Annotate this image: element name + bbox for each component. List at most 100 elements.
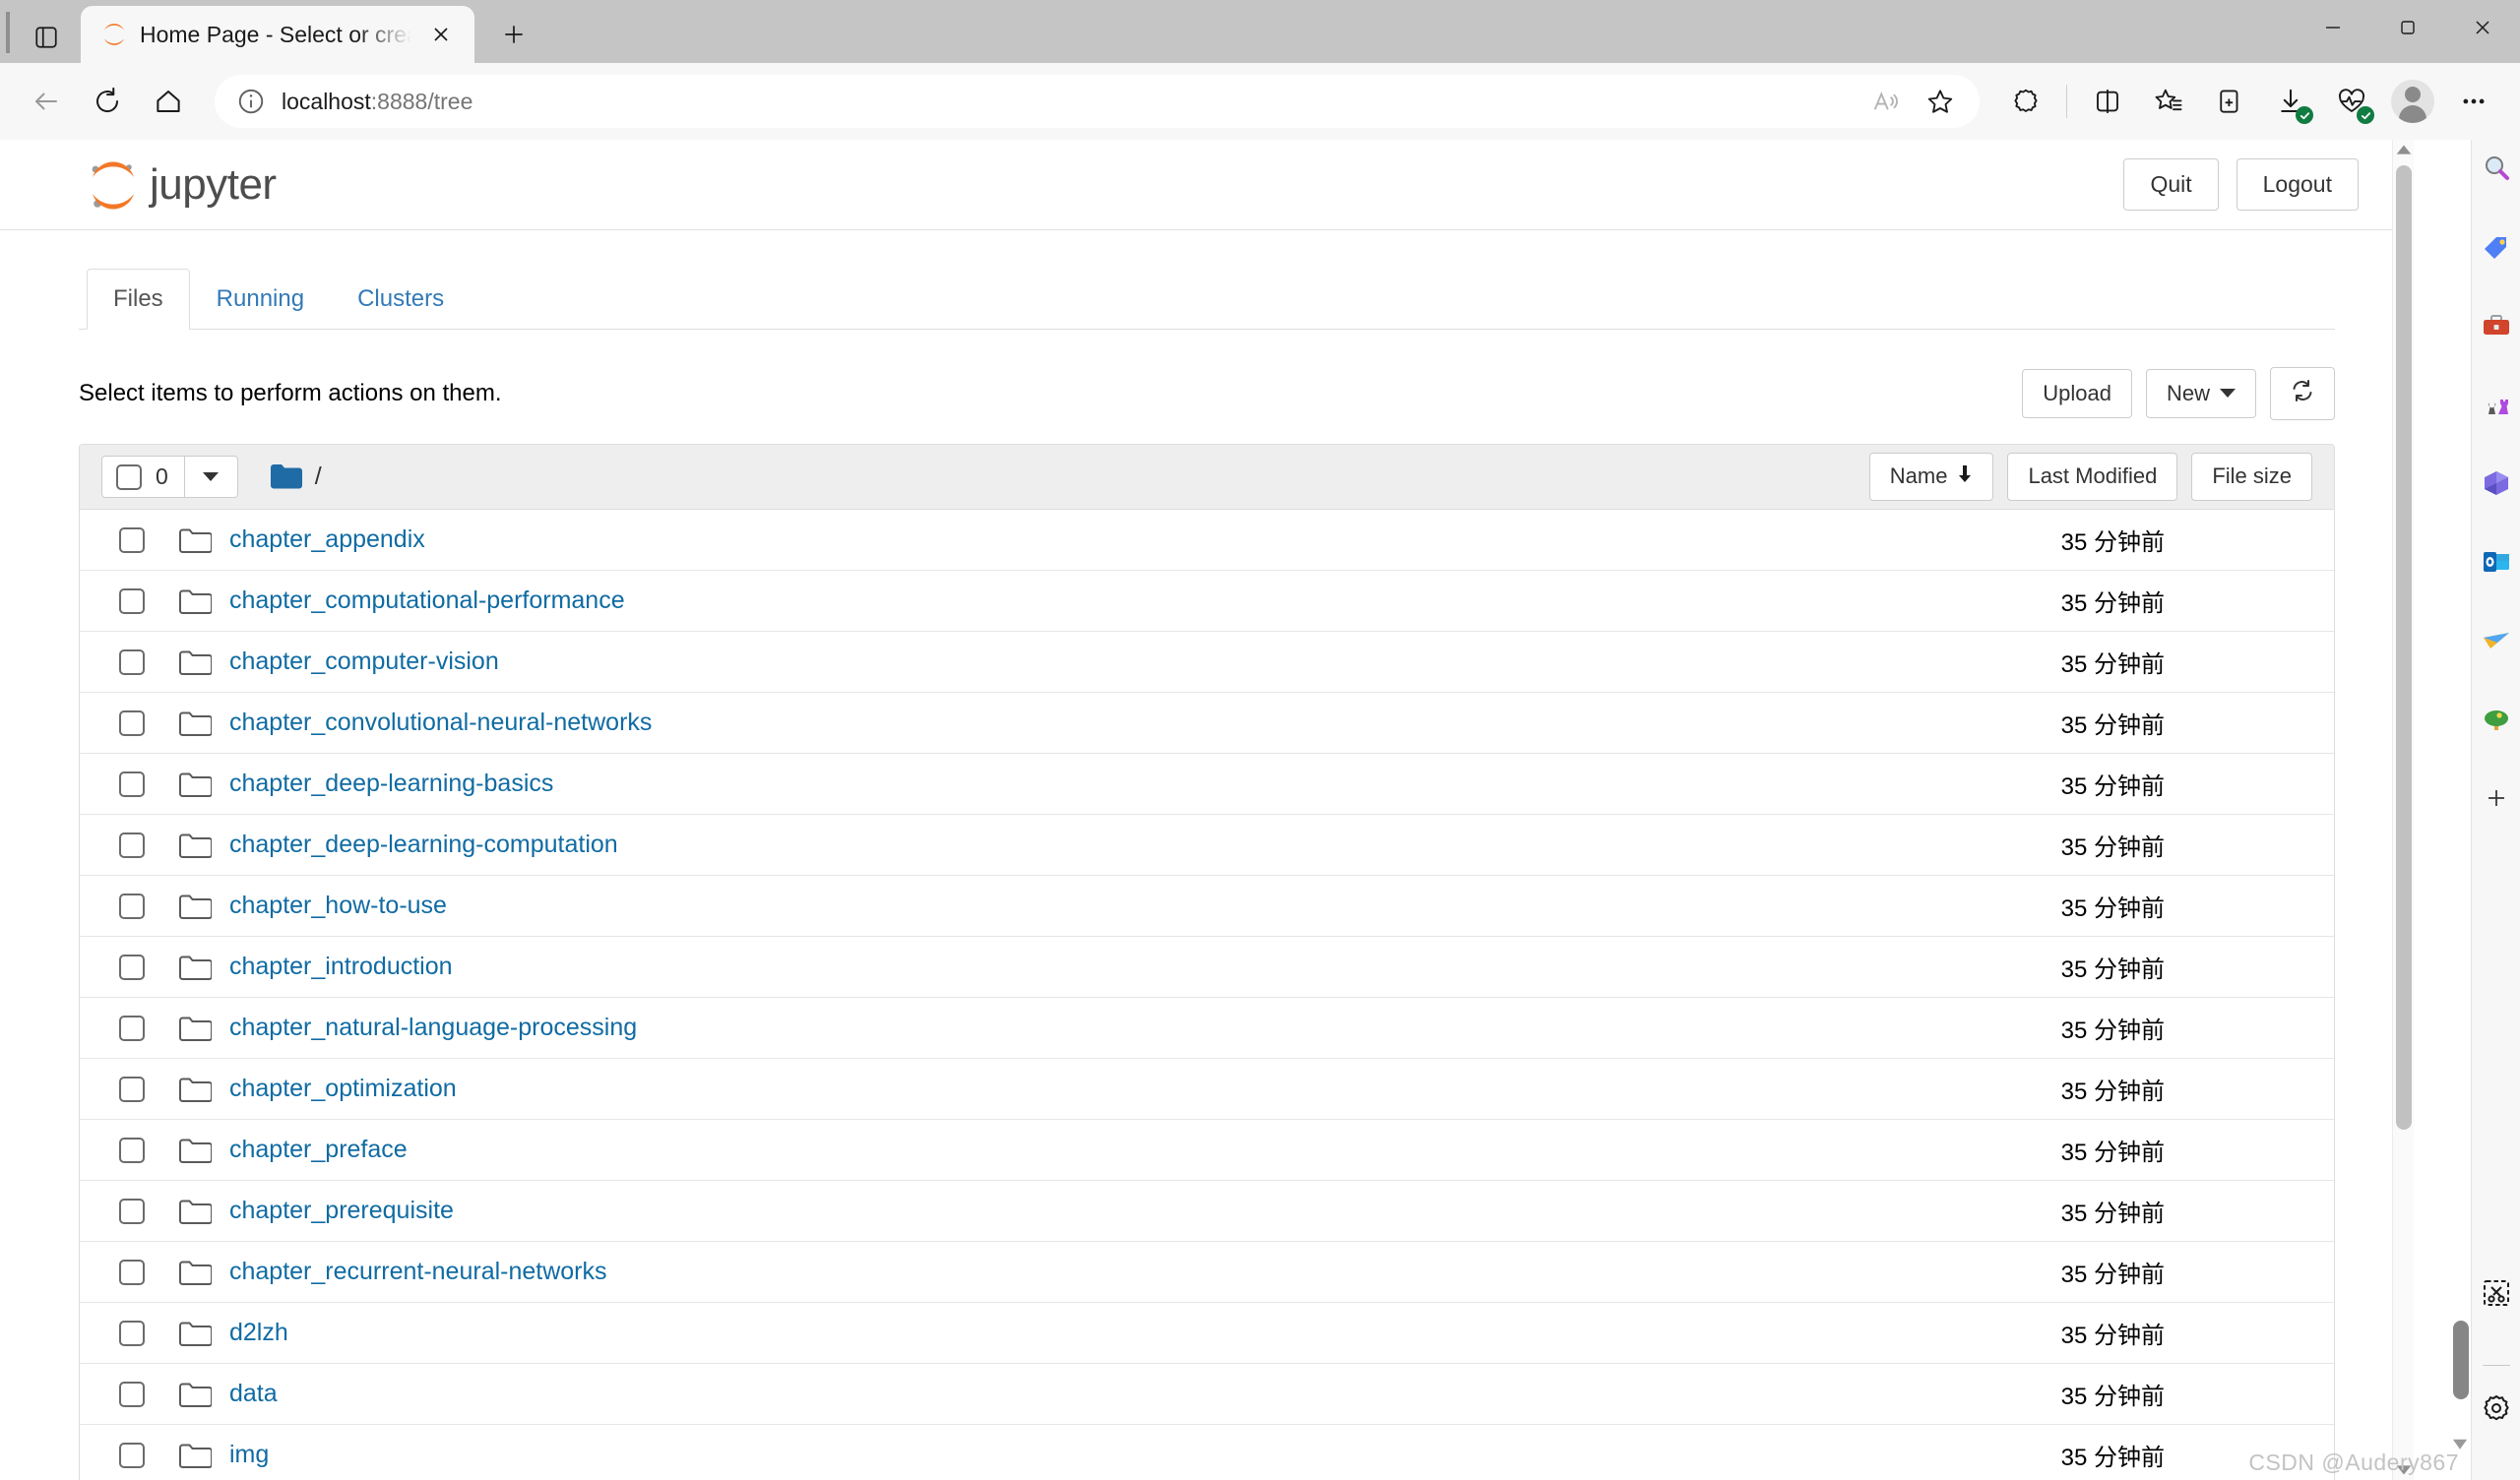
row-name-link[interactable]: chapter_deep-learning-basics — [229, 770, 553, 798]
star-icon[interactable] — [1915, 76, 1966, 127]
tab-files[interactable]: Files — [87, 269, 190, 330]
refresh-icon[interactable] — [79, 73, 136, 130]
page-scrollbar[interactable] — [2392, 140, 2414, 1480]
table-row[interactable]: d2lzh 35 分钟前 — [80, 1303, 2334, 1364]
tools-icon[interactable] — [2476, 305, 2517, 346]
quit-button[interactable]: Quit — [2123, 157, 2219, 212]
sort-by-modified-button[interactable]: Last Modified — [2007, 453, 2178, 501]
row-checkbox[interactable] — [119, 1442, 145, 1468]
row-name-link[interactable]: chapter_deep-learning-computation — [229, 831, 618, 859]
row-checkbox[interactable] — [119, 709, 145, 736]
table-row[interactable]: chapter_prerequisite 35 分钟前 — [80, 1181, 2334, 1242]
tab-manager-icon[interactable] — [16, 12, 77, 63]
address-bar[interactable]: localhost:8888/tree — [215, 75, 1980, 128]
row-checkbox[interactable] — [119, 1015, 145, 1041]
new-button[interactable]: New — [2145, 368, 2256, 419]
row-name-link[interactable]: chapter_how-to-use — [229, 892, 447, 920]
row-checkbox[interactable] — [119, 1076, 145, 1102]
table-row[interactable]: chapter_introduction 35 分钟前 — [80, 937, 2334, 998]
row-name-link[interactable]: d2lzh — [229, 1319, 288, 1347]
row-name-link[interactable]: chapter_appendix — [229, 525, 425, 554]
copilot-icon[interactable] — [1997, 73, 2054, 130]
favorites-icon[interactable] — [2140, 73, 2197, 130]
browser-essentials-icon[interactable] — [2323, 73, 2380, 130]
paper-plane-icon[interactable] — [2476, 620, 2517, 661]
split-screen-icon[interactable] — [2079, 73, 2136, 130]
row-name-link[interactable]: chapter_preface — [229, 1136, 408, 1164]
add-icon[interactable] — [2476, 777, 2517, 819]
minimize-icon[interactable] — [2296, 0, 2370, 55]
row-name-link[interactable]: chapter_computational-performance — [229, 586, 625, 615]
row-checkbox[interactable] — [119, 771, 145, 797]
read-aloud-icon[interactable] — [1859, 76, 1911, 127]
browser-scrollbar-thumb[interactable] — [2453, 1321, 2469, 1399]
table-row[interactable]: chapter_how-to-use 35 分钟前 — [80, 876, 2334, 937]
table-row[interactable]: chapter_convolutional-neural-networks 35 … — [80, 693, 2334, 754]
row-checkbox[interactable] — [119, 832, 145, 858]
jupyter-logo[interactable]: jupyter — [85, 156, 277, 214]
table-row[interactable]: chapter_recurrent-neural-networks 35 分钟前 — [80, 1242, 2334, 1303]
logout-button[interactable]: Logout — [2236, 157, 2359, 212]
refresh-list-button[interactable] — [2270, 366, 2335, 421]
row-checkbox[interactable] — [119, 1320, 145, 1346]
row-checkbox[interactable] — [119, 1381, 145, 1407]
tab-clusters[interactable]: Clusters — [331, 269, 471, 330]
row-name-link[interactable]: chapter_introduction — [229, 953, 453, 981]
search-icon[interactable] — [2476, 148, 2517, 189]
browser-scrollbar[interactable] — [2449, 140, 2471, 1480]
tree-icon[interactable] — [2476, 699, 2517, 740]
home-icon[interactable] — [140, 73, 197, 130]
row-name-link[interactable]: chapter_prerequisite — [229, 1197, 454, 1225]
table-row[interactable]: chapter_appendix 35 分钟前 — [80, 510, 2334, 571]
back-arrow-icon[interactable] — [18, 73, 75, 130]
tab-running[interactable]: Running — [190, 269, 331, 330]
profile-avatar[interactable] — [2384, 73, 2441, 130]
upload-button[interactable]: Upload — [2022, 368, 2132, 419]
row-checkbox[interactable] — [119, 1198, 145, 1224]
row-name-link[interactable]: chapter_recurrent-neural-networks — [229, 1258, 607, 1286]
row-checkbox[interactable] — [119, 954, 145, 980]
collections-icon[interactable] — [2201, 73, 2258, 130]
select-all-checkbox[interactable] — [116, 463, 142, 490]
shopping-tag-icon[interactable] — [2476, 226, 2517, 268]
games-icon[interactable] — [2476, 384, 2517, 425]
row-name-link[interactable]: img — [229, 1441, 269, 1469]
close-window-icon[interactable] — [2445, 0, 2520, 55]
row-checkbox[interactable] — [119, 1259, 145, 1285]
row-name-link[interactable]: data — [229, 1380, 278, 1408]
table-row[interactable]: chapter_computational-performance 35 分钟前 — [80, 571, 2334, 632]
new-tab-icon[interactable] — [488, 9, 539, 60]
scrollbar-thumb[interactable] — [2396, 165, 2412, 1130]
info-icon[interactable] — [234, 85, 268, 118]
row-checkbox[interactable] — [119, 587, 145, 614]
outlook-icon[interactable] — [2476, 541, 2517, 583]
row-name-link[interactable]: chapter_computer-vision — [229, 648, 499, 676]
office-icon[interactable] — [2476, 462, 2517, 504]
table-row[interactable]: chapter_deep-learning-basics 35 分钟前 — [80, 754, 2334, 815]
table-row[interactable]: chapter_optimization 35 分钟前 — [80, 1059, 2334, 1120]
select-menu-button[interactable] — [184, 456, 238, 498]
row-name-link[interactable]: chapter_natural-language-processing — [229, 1014, 637, 1042]
row-checkbox[interactable] — [119, 1137, 145, 1163]
row-checkbox[interactable] — [119, 648, 145, 675]
sort-by-name-button[interactable]: Name — [1868, 453, 1994, 501]
table-row[interactable]: chapter_computer-vision 35 分钟前 — [80, 632, 2334, 693]
breadcrumb[interactable]: / — [270, 462, 322, 491]
table-row[interactable]: chapter_preface 35 分钟前 — [80, 1120, 2334, 1181]
scroll-up-arrow[interactable] — [2393, 140, 2415, 161]
sort-by-size-button[interactable]: File size — [2191, 453, 2312, 501]
table-row[interactable]: img 35 分钟前 — [80, 1425, 2334, 1480]
close-icon[interactable] — [423, 17, 459, 52]
row-checkbox[interactable] — [119, 526, 145, 553]
more-icon[interactable] — [2445, 73, 2502, 130]
select-all-control[interactable]: 0 — [101, 456, 185, 498]
row-checkbox[interactable] — [119, 893, 145, 919]
table-row[interactable]: data 35 分钟前 — [80, 1364, 2334, 1425]
gear-icon[interactable] — [2476, 1388, 2517, 1429]
restore-icon[interactable] — [2370, 0, 2445, 55]
row-name-link[interactable]: chapter_optimization — [229, 1075, 457, 1103]
browser-tab[interactable]: Home Page - Select or create a n — [81, 6, 474, 63]
screenshot-icon[interactable] — [2476, 1272, 2517, 1314]
table-row[interactable]: chapter_natural-language-processing 35 分钟… — [80, 998, 2334, 1059]
table-row[interactable]: chapter_deep-learning-computation 35 分钟前 — [80, 815, 2334, 876]
